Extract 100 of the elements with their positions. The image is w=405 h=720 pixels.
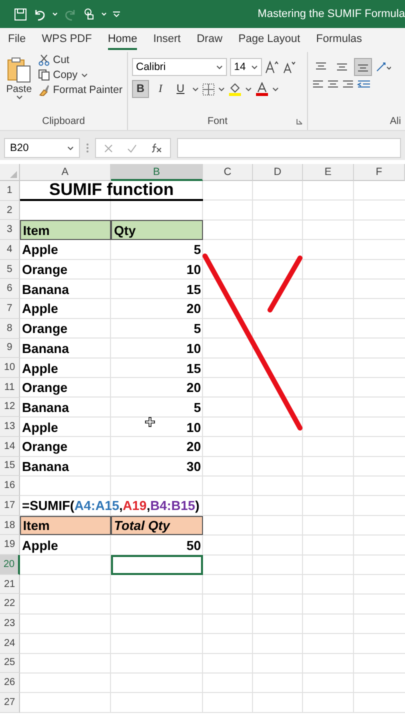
qty-cell: 5	[194, 400, 201, 415]
menu-tab[interactable]: Draw	[196, 30, 222, 50]
item-cell-text: Apple	[21, 360, 60, 378]
item-cell-text: Orange	[21, 379, 69, 398]
item-cell-text: Orange	[21, 320, 69, 338]
undo-icon[interactable]	[33, 8, 46, 20]
row-header[interactable]: 5	[0, 260, 20, 280]
menu-tab[interactable]: File	[8, 30, 26, 50]
row-header[interactable]: 19	[0, 535, 20, 556]
row-header[interactable]: 1	[0, 181, 20, 201]
font-name-field[interactable]: Calibri	[132, 58, 227, 76]
align-left-icon[interactable]	[312, 80, 324, 90]
group-label: Ali	[390, 116, 401, 129]
format-painter-button[interactable]: Format Painter	[38, 84, 122, 96]
name-box[interactable]: B20	[4, 138, 80, 158]
touch-icon[interactable]	[83, 8, 95, 20]
formula-field[interactable]	[177, 138, 401, 158]
column-header[interactable]: E	[303, 164, 354, 181]
row-header[interactable]: 24	[0, 634, 20, 654]
font-color-icon[interactable]	[255, 82, 269, 96]
row-header[interactable]: 16	[0, 476, 20, 496]
row-header[interactable]: 7	[0, 299, 20, 319]
qty-cell: 5	[194, 242, 201, 258]
row-header[interactable]: 12	[0, 398, 20, 418]
column-header[interactable]: B	[111, 164, 203, 181]
column-header[interactable]: C	[203, 164, 253, 181]
row-header[interactable]: 8	[0, 318, 20, 338]
row-header[interactable]: 26	[0, 673, 20, 693]
grip-icon	[86, 143, 89, 153]
caret-icon[interactable]	[67, 146, 74, 150]
item-cell-text: Apple	[21, 300, 60, 318]
menu-tab[interactable]: Formulas	[316, 30, 362, 50]
header-cell: Total Qty	[111, 516, 203, 536]
cursor-icon	[144, 416, 156, 428]
caret-icon[interactable]	[216, 64, 223, 70]
row-header[interactable]: 2	[0, 200, 20, 220]
title-cell: SUMIF function	[20, 181, 203, 201]
row-header[interactable]: 25	[0, 654, 20, 674]
paintbrush-icon	[38, 84, 50, 96]
style-button[interactable]: U	[172, 80, 189, 98]
customize-icon[interactable]	[113, 11, 120, 17]
caret-icon[interactable]	[251, 64, 258, 70]
row-header[interactable]: 3	[0, 220, 20, 240]
menu-tab[interactable]: WPS PDF	[42, 30, 92, 50]
row-header[interactable]: 4	[0, 240, 20, 260]
menu-tab[interactable]: Page Layout	[238, 30, 300, 50]
copy-button[interactable]: Copy	[38, 69, 122, 81]
insert-function-icon[interactable]	[151, 143, 162, 153]
caret-icon[interactable]	[245, 86, 252, 92]
style-button[interactable]: B	[132, 80, 149, 98]
menu-tab[interactable]: Home	[108, 30, 138, 50]
borders-icon[interactable]	[202, 82, 215, 96]
row-header[interactable]: 11	[0, 378, 20, 398]
group-label: Clipboard	[42, 116, 85, 129]
row-header[interactable]: 22	[0, 594, 20, 614]
column-header[interactable]: F	[354, 164, 405, 181]
column-header[interactable]: D	[253, 164, 303, 181]
item-cell-text: Banana	[21, 340, 70, 358]
row-header[interactable]: 9	[0, 338, 20, 358]
qty-cell: 20	[186, 301, 201, 316]
save-icon[interactable]	[14, 8, 27, 20]
style-button[interactable]: I	[152, 80, 169, 98]
dialog-launcher-icon[interactable]	[296, 118, 303, 125]
row-header[interactable]: 6	[0, 279, 20, 300]
qty-cell: 10	[186, 420, 201, 435]
row-header[interactable]: 15	[0, 456, 20, 476]
row-header[interactable]: 21	[0, 574, 20, 594]
row-header[interactable]: 13	[0, 417, 20, 437]
bottom-align-icon[interactable]	[354, 58, 372, 76]
caret-icon	[16, 95, 22, 100]
qty-cell: 20	[186, 439, 201, 454]
row-header[interactable]: 17	[0, 496, 20, 516]
row-header[interactable]: 27	[0, 692, 20, 713]
align-right-icon[interactable]	[342, 80, 354, 90]
active-cell[interactable]	[111, 555, 203, 575]
paste-button[interactable]: Paste	[4, 54, 34, 102]
row-header[interactable]: 14	[0, 436, 20, 457]
item-cell-text: Orange	[21, 438, 69, 456]
item-cell-text: Banana	[21, 458, 70, 476]
item-cell-text: Banana	[21, 280, 70, 299]
grow-font-icon[interactable]	[265, 60, 279, 74]
row-header[interactable]: 18	[0, 516, 20, 536]
font-size-field[interactable]: 14	[230, 58, 262, 76]
menu-tab[interactable]: Insert	[153, 30, 181, 50]
row-header[interactable]: 10	[0, 358, 20, 378]
caret-icon[interactable]	[192, 86, 199, 92]
caret-icon[interactable]	[218, 86, 225, 92]
shrink-font-icon[interactable]	[282, 60, 296, 74]
indent-icon[interactable]	[357, 80, 371, 90]
item-cell-text: Apple	[21, 241, 60, 260]
row-header[interactable]: 23	[0, 614, 20, 634]
fill-color-icon[interactable]	[228, 82, 242, 96]
row-header[interactable]: 20	[0, 555, 20, 575]
column-header[interactable]: A	[20, 164, 111, 181]
scissors-icon	[38, 54, 50, 66]
caret-icon[interactable]	[272, 86, 279, 92]
align-center-icon[interactable]	[327, 80, 339, 90]
orientation-icon[interactable]	[375, 61, 391, 73]
cut-button[interactable]: Cut	[38, 54, 122, 66]
caret-icon	[80, 72, 88, 78]
